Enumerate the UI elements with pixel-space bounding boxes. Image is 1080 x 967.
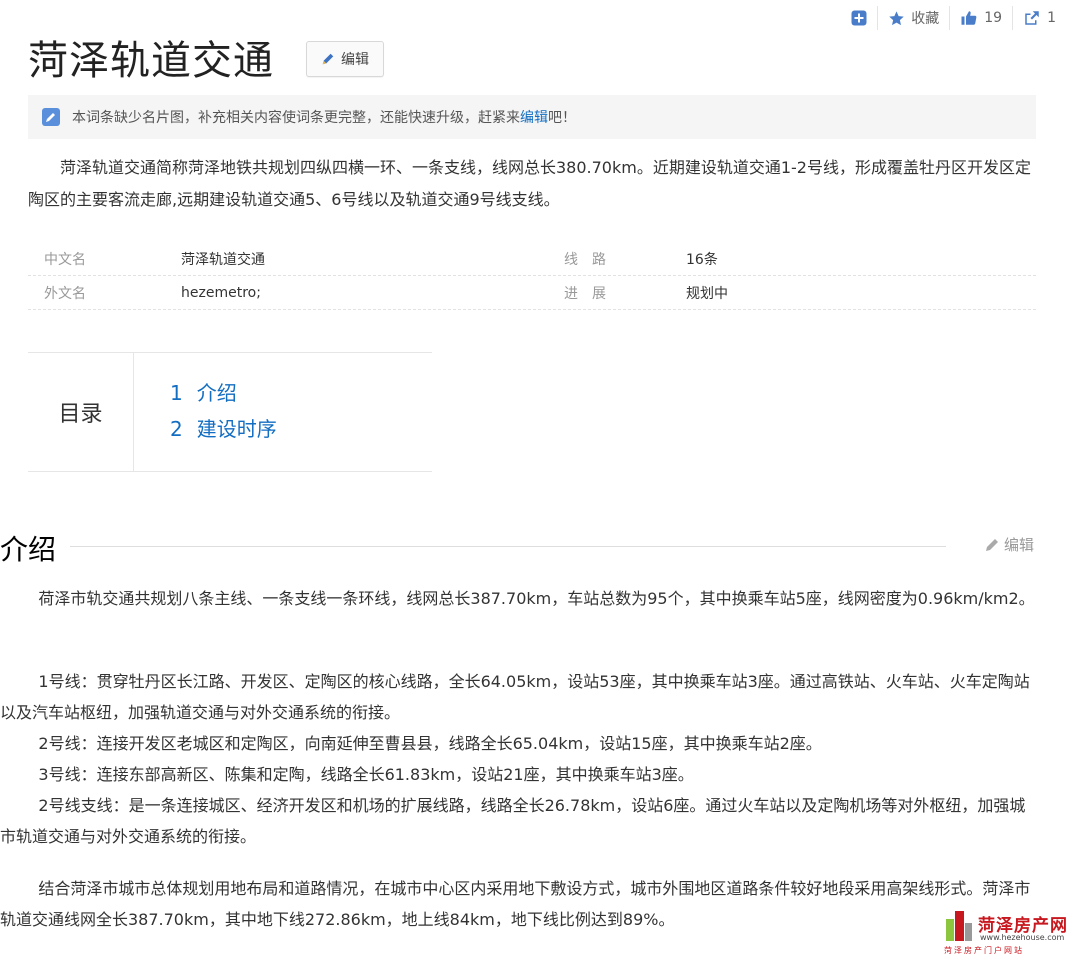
paragraph: 3号线：连接东部高新区、陈集和定陶，线路全长61.83km，设站21座，其中换乘…: [38, 765, 694, 784]
basic-info-key: 线 路: [564, 251, 606, 268]
toc-item-schedule[interactable]: 2 建设时序: [170, 413, 277, 442]
section-title: 介绍: [0, 528, 71, 568]
basic-info: 中文名 菏泽轨道交通 线 路 16条 外文名 hezemetro; 进 展 规划…: [28, 242, 1036, 310]
basic-info-row: 中文名 菏泽轨道交通 线 路 16条: [28, 242, 1036, 276]
plus-square-icon: [851, 10, 867, 26]
share-button[interactable]: 1: [1012, 6, 1066, 30]
basic-info-key: 外文名: [44, 285, 86, 302]
notice-edit-link[interactable]: 编辑: [520, 107, 548, 127]
star-icon: [889, 10, 904, 25]
notice-suffix: 吧！: [548, 110, 576, 126]
notice-text: 本词条缺少名片图，补充相关内容使词条更完整，还能快速升级，赶紧来: [72, 110, 520, 126]
basic-info-key: 中文名: [44, 251, 86, 268]
edit-button[interactable]: 编辑: [306, 41, 384, 77]
missing-image-notice: 本词条缺少名片图，补充相关内容使词条更完整，还能快速升级，赶紧来 编辑 吧！: [28, 95, 1036, 139]
toc-item-number: 1: [170, 381, 183, 405]
edit-note-icon: [42, 108, 60, 126]
thumbs-up-icon: [961, 11, 977, 25]
toc-item-number: 2: [170, 417, 183, 441]
paragraph: 结合菏泽市城市总体规划用地布局和道路情况，在城市中心区内采用地下敷设方式，城市外…: [0, 879, 1031, 929]
toc-label: 目录: [28, 353, 134, 471]
paragraph: 2号线支线：是一条连接城区、经济开发区和机场的扩展线路，线路全长26.78km，…: [0, 796, 1026, 846]
lemma-summary: 菏泽轨道交通简称菏泽地铁共规划四纵四横一环、一条支线，线网总长380.70km。…: [28, 158, 1031, 209]
basic-info-value: 规划中: [686, 285, 728, 302]
basic-info-value: hezemetro;: [181, 284, 261, 301]
basic-info-row: 外文名 hezemetro; 进 展 规划中: [28, 276, 1036, 310]
site-watermark: 菏泽房产网 www.hezehouse.com 菏泽房产门户网站: [944, 907, 1070, 957]
toc-item-intro[interactable]: 1 介绍: [170, 377, 237, 406]
watermark-url: www.hezehouse.com: [980, 933, 1065, 942]
collect-button[interactable]: 收藏: [877, 6, 949, 30]
basic-info-key: 进 展: [564, 285, 606, 302]
section-edit-button[interactable]: 编辑: [984, 534, 1034, 555]
paragraph: 荷泽市轨交通共规划八条主线、一条支线一条环线，线网总长387.70km，车站总数…: [38, 589, 1035, 608]
toc-item-label: 介绍: [196, 381, 237, 405]
add-button[interactable]: [841, 6, 877, 30]
section-divider: [60, 546, 946, 547]
basic-info-value: 16条: [686, 251, 718, 268]
like-count: 19: [984, 10, 1003, 26]
like-button[interactable]: 19: [949, 6, 1012, 30]
section-edit-label: 编辑: [1003, 536, 1034, 554]
collect-label: 收藏: [911, 11, 940, 27]
paragraph: 1号线：贯穿牡丹区长江路、开发区、定陶区的核心线路，全长64.05km，设站53…: [0, 672, 1030, 722]
basic-info-value: 菏泽轨道交通: [181, 251, 265, 268]
pencil-icon: [985, 538, 998, 551]
share-count: 1: [1047, 10, 1056, 26]
page-title: 菏泽轨道交通: [28, 38, 274, 84]
watermark-subtitle: 菏泽房产门户网站: [944, 946, 1024, 955]
paragraph: 2号线：连接开发区老城区和定陶区，向南延伸至曹县县，线路全长65.04km，设站…: [38, 734, 822, 753]
share-icon: [1025, 11, 1039, 25]
toc-item-label: 建设时序: [196, 417, 277, 441]
top-toolbar: 收藏 19 1: [841, 6, 1066, 30]
edit-button-label: 编辑: [341, 52, 369, 68]
building-logo-icon: [946, 911, 972, 941]
table-of-contents: 目录 1 介绍 2 建设时序: [28, 352, 432, 472]
section-header: 介绍 编辑: [0, 524, 1036, 568]
pencil-icon: [322, 53, 334, 65]
